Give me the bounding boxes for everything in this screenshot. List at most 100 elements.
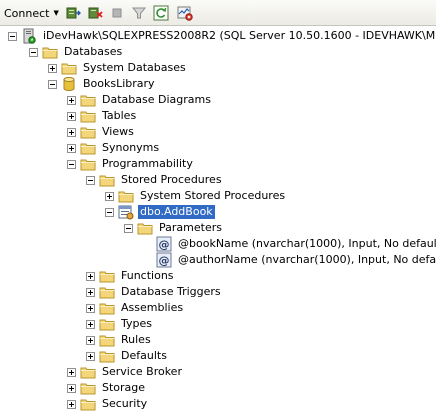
expand-toggle[interactable] bbox=[67, 399, 76, 409]
tree-node-parameters[interactable]: Parameters bbox=[124, 220, 224, 236]
tree-node-service-broker[interactable]: Service Broker bbox=[67, 364, 184, 380]
stored-procedure-icon bbox=[118, 204, 134, 220]
expand-toggle[interactable] bbox=[86, 319, 95, 329]
collapse-toggle[interactable] bbox=[86, 175, 95, 185]
collapse-toggle[interactable] bbox=[124, 223, 133, 233]
folder-icon bbox=[80, 396, 96, 412]
connect-object-explorer-button[interactable] bbox=[64, 4, 82, 22]
collapse-toggle[interactable] bbox=[8, 31, 17, 41]
tree-node-label: Database Diagrams bbox=[102, 93, 211, 106]
tree-node-label: Parameters bbox=[159, 221, 222, 234]
tree-node-label: iDevHawk\SQLEXPRESS2008R2 (SQL Server 10… bbox=[43, 29, 436, 42]
tree-node-label: Database Triggers bbox=[121, 285, 221, 298]
tree-node-database-triggers[interactable]: Database Triggers bbox=[86, 284, 223, 300]
server-icon bbox=[21, 28, 37, 44]
expand-toggle[interactable] bbox=[86, 351, 95, 361]
folder-icon bbox=[99, 348, 115, 364]
stop-button[interactable] bbox=[108, 4, 126, 22]
tree-node-param-bookname[interactable]: @bookName (nvarchar(1000), Input, No def… bbox=[143, 236, 436, 252]
expand-toggle[interactable] bbox=[48, 63, 57, 73]
expand-toggle[interactable] bbox=[86, 271, 95, 281]
tree-node-label: System Stored Procedures bbox=[140, 189, 286, 202]
tree-node-defaults[interactable]: Defaults bbox=[86, 348, 169, 364]
folder-icon bbox=[99, 284, 115, 300]
tree-node-stored-procedures[interactable]: Stored Procedures bbox=[86, 172, 224, 188]
expand-toggle[interactable] bbox=[67, 111, 76, 121]
expand-toggle[interactable] bbox=[105, 191, 114, 201]
activity-monitor-button[interactable] bbox=[176, 4, 194, 22]
tree-node-label: dbo.AddBook bbox=[138, 205, 215, 219]
folder-icon bbox=[80, 108, 96, 124]
tree-node-system-databases[interactable]: System Databases bbox=[48, 60, 188, 76]
folder-icon bbox=[99, 300, 115, 316]
tree-node-functions[interactable]: Functions bbox=[86, 268, 176, 284]
tree-node-types[interactable]: Types bbox=[86, 316, 154, 332]
tree-node-assemblies[interactable]: Assemblies bbox=[86, 300, 185, 316]
collapse-toggle[interactable] bbox=[29, 47, 38, 57]
folder-icon bbox=[137, 220, 153, 236]
refresh-icon bbox=[153, 5, 169, 21]
tree-node-rules[interactable]: Rules bbox=[86, 332, 153, 348]
expand-toggle[interactable] bbox=[86, 287, 95, 297]
tree-node-programmability[interactable]: Programmability bbox=[67, 156, 195, 172]
tree-node-database-diagrams[interactable]: Database Diagrams bbox=[67, 92, 213, 108]
tree-node-label: Views bbox=[102, 125, 134, 138]
expand-toggle[interactable] bbox=[67, 367, 76, 377]
folder-icon bbox=[80, 140, 96, 156]
folder-icon bbox=[80, 364, 96, 380]
tree-node-label: Rules bbox=[121, 333, 151, 346]
tree-node-databases[interactable]: Databases bbox=[29, 44, 124, 60]
tree-node-synonyms[interactable]: Synonyms bbox=[67, 140, 161, 156]
collapse-toggle[interactable] bbox=[67, 159, 76, 169]
tree-node-label: Databases bbox=[64, 45, 123, 58]
tree-node-views[interactable]: Views bbox=[67, 124, 136, 140]
connect-icon bbox=[66, 7, 81, 19]
tree-node-label: BooksLibrary bbox=[83, 77, 155, 90]
object-explorer-tree: iDevHawk\SQLEXPRESS2008R2 (SQL Server 10… bbox=[0, 26, 436, 413]
folder-icon bbox=[42, 44, 58, 60]
filter-button[interactable] bbox=[130, 4, 148, 22]
folder-icon bbox=[118, 188, 134, 204]
object-explorer-toolbar: Connect ▼ bbox=[0, 0, 436, 26]
tree-node-label: Storage bbox=[102, 381, 146, 394]
expand-toggle[interactable] bbox=[67, 95, 76, 105]
disconnect-icon bbox=[88, 7, 103, 19]
tree-node-bookslibrary[interactable]: BooksLibrary bbox=[48, 76, 157, 92]
folder-icon bbox=[99, 172, 115, 188]
folder-icon bbox=[99, 332, 115, 348]
refresh-button[interactable] bbox=[152, 4, 170, 22]
expand-toggle[interactable] bbox=[86, 303, 95, 313]
tree-node-system-stored-procedures[interactable]: System Stored Procedures bbox=[105, 188, 287, 204]
tree-node-label: Functions bbox=[121, 269, 174, 282]
tree-node-label: Tables bbox=[102, 109, 137, 122]
parameter-icon bbox=[156, 236, 172, 252]
expand-toggle[interactable] bbox=[67, 127, 76, 137]
expand-toggle[interactable] bbox=[67, 143, 76, 153]
tree-node-storage[interactable]: Storage bbox=[67, 380, 147, 396]
tree-node-server[interactable]: iDevHawk\SQLEXPRESS2008R2 (SQL Server 10… bbox=[8, 28, 436, 44]
tree-node-tables[interactable]: Tables bbox=[67, 108, 138, 124]
connect-label: Connect bbox=[4, 6, 50, 20]
connect-dropdown[interactable]: Connect ▼ bbox=[4, 4, 59, 22]
tree-node-security[interactable]: Security bbox=[67, 396, 149, 412]
database-icon bbox=[61, 76, 77, 92]
folder-icon bbox=[99, 316, 115, 332]
disconnect-button[interactable] bbox=[86, 4, 104, 22]
collapse-toggle[interactable] bbox=[105, 207, 114, 217]
stop-icon bbox=[112, 8, 122, 18]
folder-icon bbox=[61, 60, 77, 76]
tree-node-param-authorname[interactable]: @authorName (nvarchar(1000), Input, No d… bbox=[143, 252, 436, 268]
tree-node-label: System Databases bbox=[83, 61, 186, 74]
tree-node-label: Programmability bbox=[102, 157, 193, 170]
tree-node-label: Stored Procedures bbox=[121, 173, 222, 186]
parameter-icon bbox=[156, 252, 172, 268]
collapse-toggle[interactable] bbox=[48, 79, 57, 89]
tree-node-label: Synonyms bbox=[102, 141, 160, 154]
expand-toggle[interactable] bbox=[86, 335, 95, 345]
folder-icon bbox=[80, 156, 96, 172]
tree-node-label: Service Broker bbox=[102, 365, 182, 378]
tree-node-label: Assemblies bbox=[121, 301, 184, 314]
tree-node-addbook[interactable]: dbo.AddBook bbox=[105, 204, 215, 220]
expand-toggle[interactable] bbox=[67, 383, 76, 393]
tree-node-label: Types bbox=[121, 317, 152, 330]
